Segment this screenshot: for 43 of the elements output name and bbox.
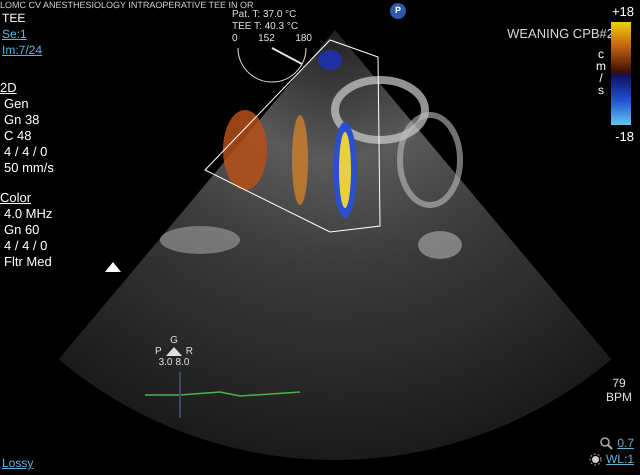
angle-max: 180 <box>295 33 312 45</box>
depth-marker-icon <box>105 262 121 272</box>
zoom-link[interactable]: 0.7 <box>617 436 634 450</box>
mode-2d-setting: 4 / 4 / 0 <box>3 144 48 160</box>
orientation-marker-icon <box>166 347 182 356</box>
mode-2d-setting: Gn 38 <box>3 112 40 128</box>
window-level-link[interactable]: WL:1 <box>606 452 634 466</box>
unit-letter: c <box>598 48 604 60</box>
temperature-reading: TEE T: 40.3 °C <box>232 21 298 33</box>
scale-max: +18 <box>612 3 634 21</box>
mode-2d-setting: Gen <box>3 96 30 112</box>
orientation-right: R <box>186 346 193 357</box>
color-mode-title: Color <box>0 190 32 206</box>
series-link[interactable]: Se:1 <box>2 26 42 42</box>
heart-rate-value: 79 <box>612 376 626 390</box>
probe-angle-dial-drawing <box>238 47 306 82</box>
color-mode-setting: Gn 60 <box>3 222 40 238</box>
brightness-icon <box>588 452 602 466</box>
study-title: LOMC CV ANESTHESIOLOGY INTRAOPERATIVE TEE IN OR <box>0 0 254 10</box>
p-badge: P <box>390 3 406 19</box>
search-icon <box>600 436 614 450</box>
mode-2d-setting: 50 mm/s <box>3 160 54 176</box>
ecg-cursor-line <box>179 372 181 418</box>
color-mode-setting: 4.0 MHz <box>3 206 52 222</box>
mode-2d-title: 2D <box>0 80 18 96</box>
mode-2d-setting: C 48 <box>3 128 32 144</box>
angle-min: 0 <box>232 33 238 45</box>
modality-label: TEE <box>2 10 26 26</box>
color-mode-setting: 4 / 4 / 0 <box>3 238 48 254</box>
probe-angle-value: 152 <box>258 33 275 45</box>
orientation-value: 3.0 <box>158 357 172 368</box>
scale-min: -18 <box>615 128 634 146</box>
unit-letter: / <box>599 72 603 84</box>
image-link[interactable]: Im:7/24 <box>2 42 42 58</box>
orientation-left: P <box>155 346 162 357</box>
unit-letter: s <box>598 84 604 96</box>
orientation-value: 8.0 <box>176 357 190 368</box>
unit-letter: m <box>596 60 606 72</box>
color-mode-setting: Fltr Med <box>3 254 52 270</box>
compression-link[interactable]: Lossy <box>2 456 34 470</box>
temperature-reading: Pat. T: 37.0 °C <box>232 9 298 21</box>
orientation-top: G <box>170 335 178 346</box>
heart-rate-unit: BPM <box>606 390 632 404</box>
